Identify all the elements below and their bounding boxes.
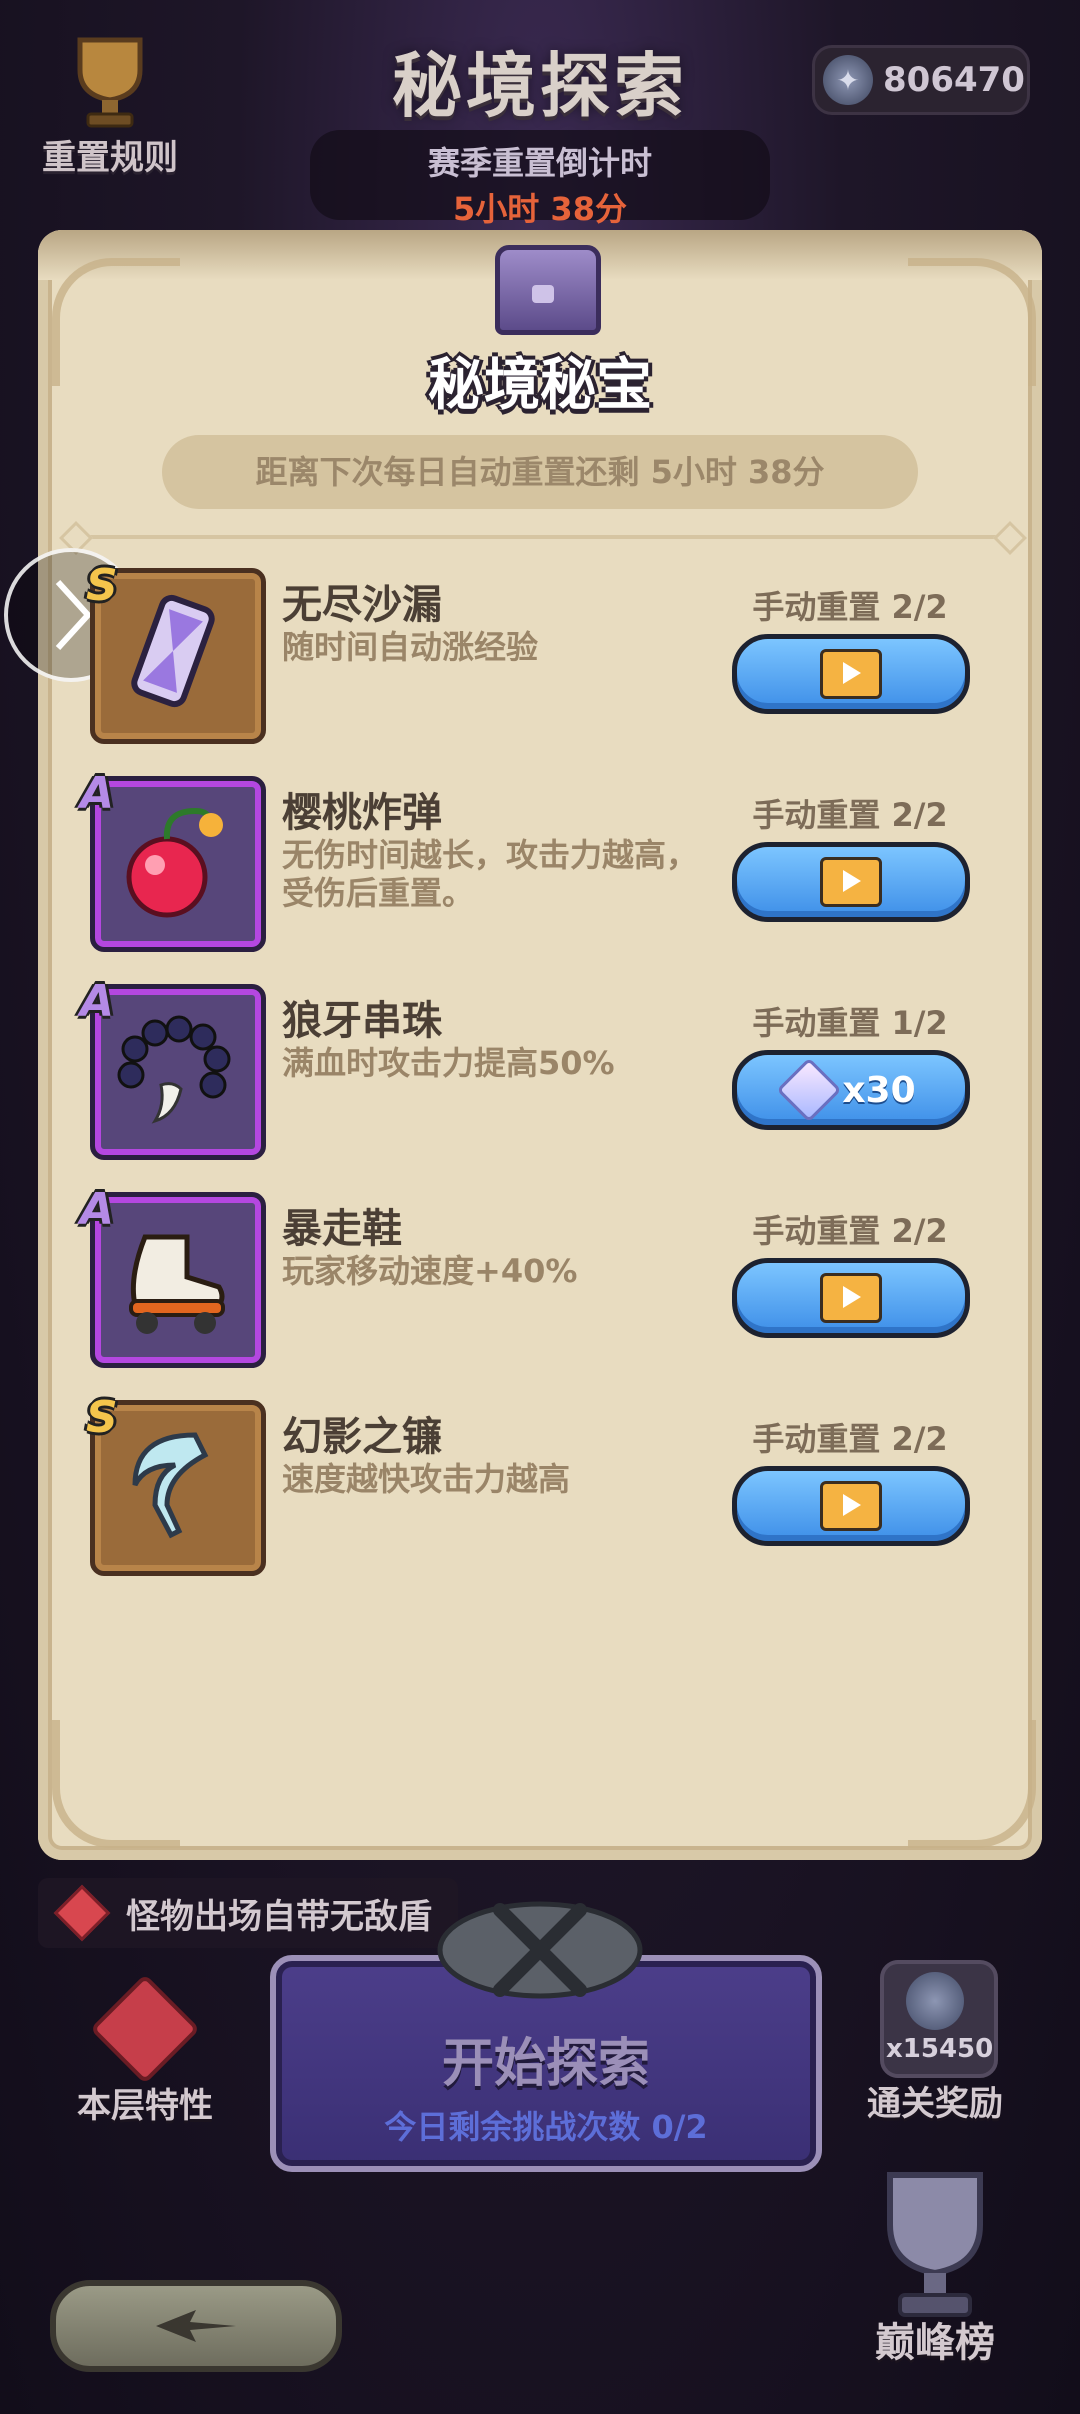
back-arrow-icon [156,2310,236,2342]
manual-reset-count: 手动重置 1/2 [752,1004,948,1042]
chest-lock [532,285,554,303]
leaderboard-trophy-icon[interactable] [860,2165,1010,2325]
currency-value: 806470 [883,60,1025,100]
item-name: 幻影之镰 [282,1414,442,1460]
reset-rules-label: 重置规则 [42,138,178,178]
video-ad-icon [820,1273,882,1323]
item-description: 随时间自动涨经验 [282,628,539,666]
rank-badge: A [80,1184,115,1235]
video-ad-icon [820,1481,882,1531]
item-description: 玩家移动速度+40% [282,1252,578,1290]
currency-display: ✦ 806470 [812,45,1030,115]
treasure-title: 秘境秘宝 [428,353,652,418]
rank-badge: A [80,768,115,819]
panel-corner-ornament [52,1720,180,1848]
floor-trait-text: 怪物出场自带无敌盾 [126,1896,432,1937]
reward-count: x15450 [886,2034,994,2064]
item-name: 无尽沙漏 [282,582,442,628]
gem-cost-label: x30 [842,1069,916,1111]
crossed-axes-icon [430,1890,650,2010]
red-gem-icon [53,1884,111,1942]
gem-reset-button[interactable]: x30 [732,1050,970,1130]
manual-reset-count: 手动重置 2/2 [752,588,948,626]
back-button[interactable] [50,2280,342,2372]
clear-reward-label: 通关奖励 [867,2084,1003,2124]
video-reset-button[interactable] [732,1258,970,1338]
item-name: 狼牙串珠 [282,998,442,1044]
floor-trait-label: 本层特性 [77,2086,213,2126]
item-description: 速度越快攻击力越高 [282,1460,571,1498]
video-reset-button[interactable] [732,634,970,714]
video-reset-button[interactable] [732,1466,970,1546]
divider [75,535,1005,539]
diamond-icon [776,1057,842,1123]
floor-trait-tip: 怪物出场自带无敌盾 [38,1878,458,1948]
remaining-attempts: 今日剩余挑战次数 0/2 [384,2108,708,2146]
floor-trait-button[interactable]: 本层特性 [60,1973,230,2127]
rank-badge: A [80,976,115,1027]
rank-badge: S [86,1392,118,1443]
item-name: 暴走鞋 [282,1206,402,1252]
manual-reset-count: 手动重置 2/2 [752,796,948,834]
item-description: 满血时攻击力提高50% [282,1044,615,1082]
item-name: 樱桃炸弹 [282,790,442,836]
video-reset-button[interactable] [732,842,970,922]
video-ad-icon [820,857,882,907]
leaderboard-label: 巅峰榜 [875,2320,995,2366]
star-coin-icon [906,1972,964,2030]
countdown-value: 5小时 38分 [453,190,627,228]
item-description: 无伤时间越长，攻击力越高，受伤后重置。 [282,836,699,912]
panel-corner-ornament [908,1720,1036,1848]
leaderboard-button[interactable]: 巅峰榜 [835,2310,1035,2368]
red-gem-icon [89,1973,201,2085]
manual-reset-count: 手动重置 2/2 [752,1420,948,1458]
manual-reset-count: 手动重置 2/2 [752,1212,948,1250]
rank-badge: S [86,560,118,611]
daily-reset-banner: 距离下次每日自动重置还剩 5小时 38分 [162,435,918,509]
star-coin-icon: ✦ [823,55,873,105]
video-ad-icon [820,649,882,699]
countdown-label: 赛季重置倒计时 [427,144,652,182]
start-explore-label: 开始探索 [441,2034,650,2094]
season-countdown: 赛季重置倒计时 5小时 38分 [310,130,770,228]
clear-reward-label-wrap: 通关奖励 [845,2076,1025,2125]
